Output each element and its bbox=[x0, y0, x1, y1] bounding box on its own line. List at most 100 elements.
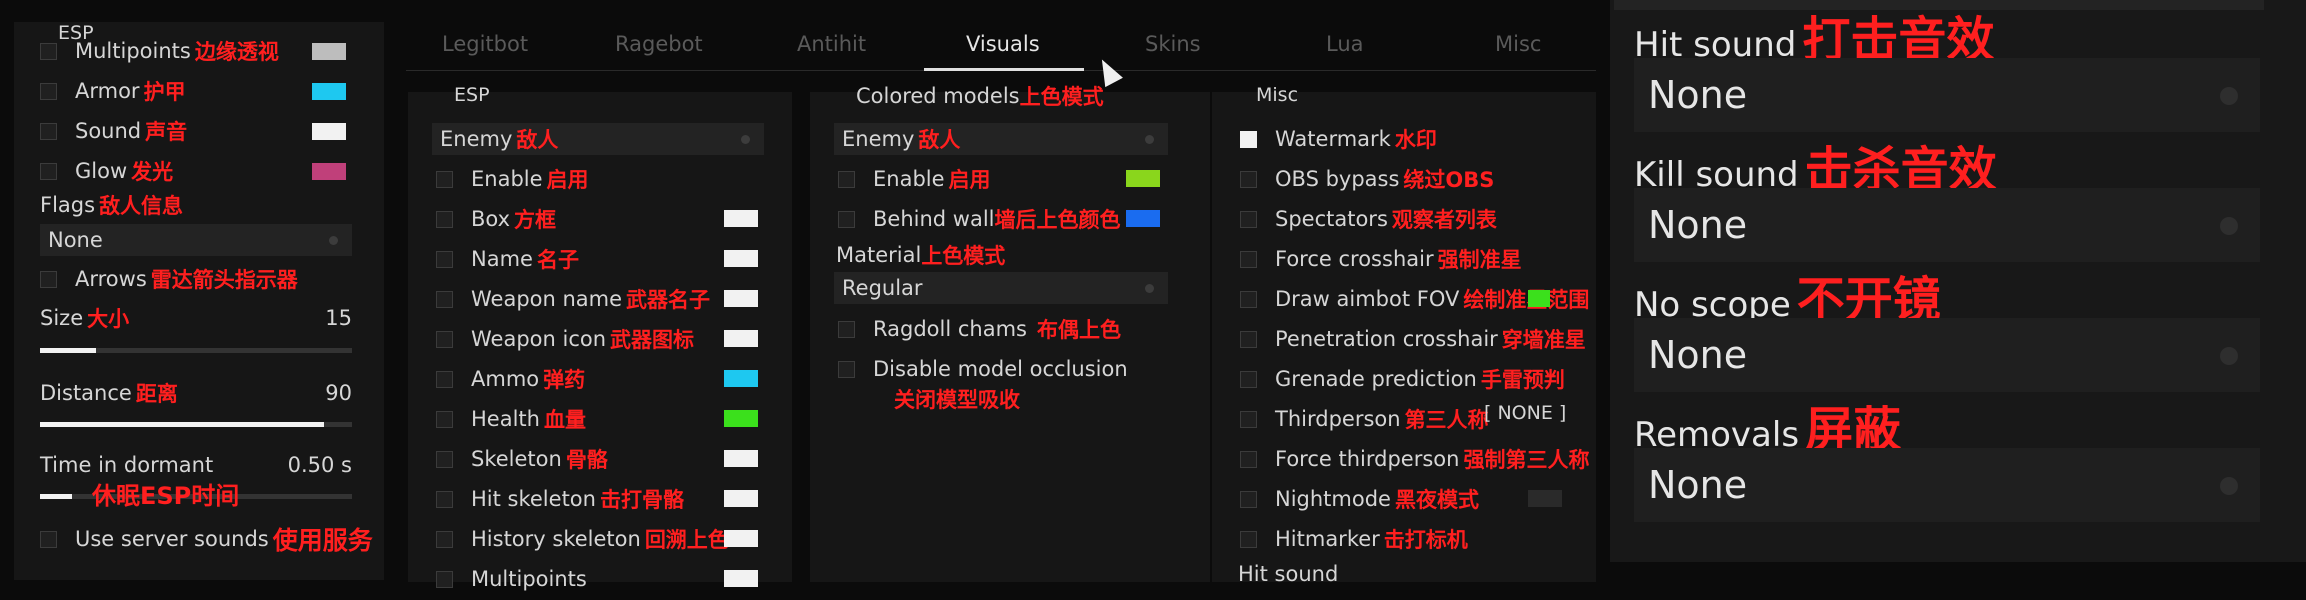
esp-row[interactable]: Weapon icon 武器图标 bbox=[436, 324, 694, 354]
misc-row[interactable]: Force thirdperson 强制第三人称 bbox=[1240, 444, 1589, 474]
tab-legitbot[interactable]: Legitbot bbox=[442, 32, 528, 56]
sound-setting-dropdown[interactable]: None bbox=[1634, 58, 2260, 132]
checkbox[interactable] bbox=[1240, 210, 1257, 228]
checkbox[interactable] bbox=[838, 170, 855, 188]
checkbox[interactable] bbox=[1240, 170, 1257, 188]
checkbox[interactable] bbox=[40, 122, 57, 140]
checkbox[interactable] bbox=[40, 270, 57, 288]
checkbox[interactable] bbox=[40, 82, 57, 100]
checkbox[interactable] bbox=[1240, 330, 1257, 348]
misc-row[interactable]: Grenade prediction 手雷预判 bbox=[1240, 364, 1565, 394]
esp-row[interactable]: Skeleton 骨骼 bbox=[436, 444, 608, 474]
colored-models-target-dropdown[interactable]: Enemy 敌人 bbox=[834, 123, 1168, 155]
tab-ragebot[interactable]: Ragebot bbox=[615, 32, 703, 56]
misc-row[interactable]: Thirdperson 第三人称 bbox=[1240, 404, 1489, 434]
tab-visuals[interactable]: Visuals bbox=[966, 32, 1040, 56]
distance-slider[interactable] bbox=[40, 422, 352, 427]
checkbox[interactable] bbox=[436, 490, 453, 508]
checkbox[interactable] bbox=[40, 530, 57, 548]
checkbox[interactable] bbox=[838, 320, 855, 338]
checkbox[interactable] bbox=[1240, 410, 1257, 428]
esp-row[interactable]: Weapon name 武器名子 bbox=[436, 284, 710, 314]
color-swatch[interactable] bbox=[724, 210, 758, 227]
checkbox[interactable] bbox=[436, 570, 453, 588]
checkbox[interactable] bbox=[838, 360, 855, 378]
thirdperson-keybind[interactable]: [ NONE ] bbox=[1484, 402, 1566, 424]
checkbox[interactable] bbox=[1240, 130, 1257, 148]
color-swatch[interactable] bbox=[312, 43, 346, 60]
color-swatch[interactable] bbox=[312, 83, 346, 100]
misc-row[interactable]: Force crosshair 强制准星 bbox=[1240, 244, 1522, 274]
misc-row[interactable]: Penetration crosshair 穿墙准星 bbox=[1240, 324, 1586, 354]
checkbox[interactable] bbox=[1240, 450, 1257, 468]
color-swatch[interactable] bbox=[724, 410, 758, 427]
cm-row-enable[interactable]: Enable 启用 bbox=[838, 164, 991, 194]
color-swatch[interactable] bbox=[724, 370, 758, 387]
misc-row[interactable]: Watermark 水印 bbox=[1240, 124, 1437, 154]
color-swatch[interactable] bbox=[1126, 170, 1160, 187]
checkbox[interactable] bbox=[436, 530, 453, 548]
checkbox[interactable] bbox=[1240, 290, 1257, 308]
sound-setting-dropdown[interactable]: None bbox=[1634, 188, 2260, 262]
esp-target-dropdown[interactable]: Enemy 敌人 bbox=[432, 123, 764, 155]
tab-lua[interactable]: Lua bbox=[1326, 32, 1364, 56]
left-row-arrows[interactable]: Arrows 雷达箭头指示器 bbox=[40, 264, 298, 294]
checkbox[interactable] bbox=[1240, 370, 1257, 388]
color-swatch[interactable] bbox=[724, 530, 758, 547]
checkbox[interactable] bbox=[436, 170, 453, 188]
checkbox[interactable] bbox=[1240, 530, 1257, 548]
flags-dropdown[interactable]: None bbox=[40, 224, 352, 256]
tab-antihit[interactable]: Antihit bbox=[797, 32, 866, 56]
sound-setting-dropdown[interactable]: None bbox=[1634, 448, 2260, 522]
checkbox[interactable] bbox=[436, 290, 453, 308]
cm-row-behind-wall[interactable]: Behind wall 墙后上色颜色 bbox=[838, 204, 1121, 234]
esp-row[interactable]: Hit skeleton 击打骨骼 bbox=[436, 484, 684, 514]
color-swatch[interactable] bbox=[724, 330, 758, 347]
checkbox[interactable] bbox=[40, 162, 57, 180]
checkbox[interactable] bbox=[436, 210, 453, 228]
esp-row[interactable]: History skeleton 回溯上色 bbox=[436, 524, 729, 554]
color-swatch[interactable] bbox=[724, 490, 758, 507]
color-swatch[interactable] bbox=[724, 250, 758, 267]
misc-row[interactable]: OBS bypass 绕过OBS bbox=[1240, 164, 1494, 194]
checkbox[interactable] bbox=[436, 370, 453, 388]
left-row-armor[interactable]: Armor 护甲 bbox=[40, 76, 186, 106]
checkbox[interactable] bbox=[1240, 490, 1257, 508]
checkbox[interactable] bbox=[436, 410, 453, 428]
nightmode-color-swatch[interactable] bbox=[1528, 490, 1562, 507]
tab-skins[interactable]: Skins bbox=[1145, 32, 1201, 56]
left-row-multipoints[interactable]: Multipoints 边缘透视 bbox=[40, 36, 279, 66]
checkbox[interactable] bbox=[40, 42, 57, 60]
esp-row[interactable]: Enable 启用 bbox=[436, 164, 589, 194]
left-row-sound[interactable]: Sound 声音 bbox=[40, 116, 187, 146]
checkbox[interactable] bbox=[838, 210, 855, 228]
esp-row[interactable]: Box 方框 bbox=[436, 204, 556, 234]
color-swatch[interactable] bbox=[724, 450, 758, 467]
color-swatch[interactable] bbox=[724, 290, 758, 307]
misc-row[interactable]: Hitmarker 击打标机 bbox=[1240, 524, 1468, 554]
tab-misc[interactable]: Misc bbox=[1495, 32, 1541, 56]
color-swatch[interactable] bbox=[312, 123, 346, 140]
sound-setting-dropdown[interactable]: None bbox=[1634, 318, 2260, 392]
checkbox[interactable] bbox=[436, 450, 453, 468]
color-swatch[interactable] bbox=[724, 570, 758, 587]
color-swatch[interactable] bbox=[312, 163, 346, 180]
color-swatch[interactable] bbox=[1126, 210, 1160, 227]
size-slider[interactable] bbox=[40, 348, 352, 353]
esp-row[interactable]: Ammo 弹药 bbox=[436, 364, 585, 394]
left-row-server-sounds[interactable]: Use server sounds 使用服务 bbox=[40, 524, 373, 555]
misc-row[interactable]: Spectators 观察者列表 bbox=[1240, 204, 1497, 234]
row-label: Spectators bbox=[1275, 207, 1388, 231]
esp-row[interactable]: Health 血量 bbox=[436, 404, 586, 434]
esp-row[interactable]: Name 名子 bbox=[436, 244, 579, 274]
fov-color-swatch[interactable] bbox=[1528, 290, 1550, 307]
left-row-glow[interactable]: Glow 发光 bbox=[40, 156, 173, 186]
cm-row-occlusion[interactable]: Disable model occlusion bbox=[838, 354, 1128, 384]
checkbox[interactable] bbox=[436, 250, 453, 268]
material-dropdown[interactable]: Regular bbox=[834, 272, 1168, 304]
cm-row-ragdoll[interactable]: Ragdoll chams 布偶上色 bbox=[838, 314, 1121, 344]
checkbox[interactable] bbox=[436, 330, 453, 348]
checkbox[interactable] bbox=[1240, 250, 1257, 268]
esp-row[interactable]: Multipoints bbox=[436, 564, 591, 594]
misc-row[interactable]: Nightmode 黑夜模式 bbox=[1240, 484, 1479, 514]
